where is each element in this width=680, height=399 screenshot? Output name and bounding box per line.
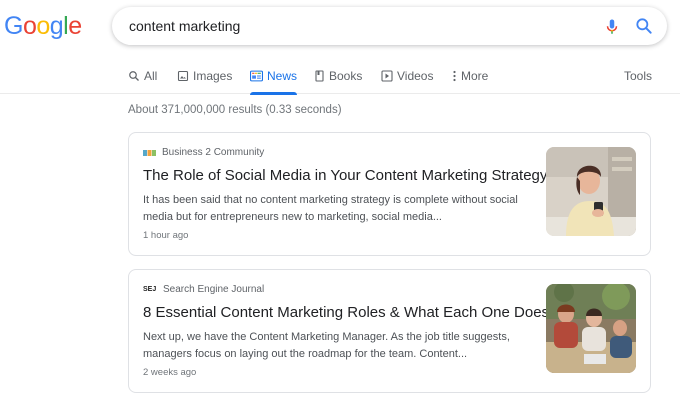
tab-all[interactable]: All (128, 58, 157, 94)
tab-videos[interactable]: Videos (381, 58, 433, 94)
news-snippet: It has been said that no content marketi… (143, 192, 538, 226)
more-vert-icon (453, 70, 456, 82)
tab-news[interactable]: News (250, 58, 298, 95)
google-logo[interactable]: Google (4, 12, 82, 40)
tab-books[interactable]: Books (314, 58, 362, 94)
news-thumbnail[interactable] (546, 284, 636, 373)
logo-letter: g (49, 12, 64, 40)
favicon-text: SEJ (143, 285, 157, 293)
news-snippet: Next up, we have the Content Marketing M… (143, 329, 538, 363)
book-icon (315, 70, 324, 82)
news-headline[interactable]: The Role of Social Media in Your Content… (143, 166, 547, 186)
news-source: SEJ Search Engine Journal (143, 284, 264, 295)
news-source: Business 2 Community (143, 147, 264, 158)
news-age: 2 weeks ago (143, 367, 197, 378)
news-icon (250, 70, 263, 82)
news-age: 1 hour ago (143, 230, 189, 241)
woman-with-phone-photo (546, 147, 636, 236)
tab-tools[interactable]: Tools (624, 58, 652, 94)
tab-more[interactable]: More (452, 58, 488, 94)
logo-letter: o (22, 12, 37, 40)
tab-label: Videos (397, 69, 434, 83)
snippet-line: managers focus on laying out the roadmap… (143, 348, 468, 360)
business-2-community-favicon (143, 149, 156, 156)
tab-label: News (267, 69, 298, 83)
search-engine-journal-favicon: SEJ (143, 285, 157, 295)
search-tabs: All Images News Books Videos More Tools (0, 58, 680, 95)
source-name: Business 2 Community (162, 147, 265, 158)
tab-label: Images (193, 69, 233, 83)
snippet-line: media but for entrepreneurs new to marke… (143, 211, 442, 223)
news-headline[interactable]: 8 Essential Content Marketing Roles & Wh… (143, 303, 549, 323)
tab-images[interactable]: Images (177, 58, 232, 94)
news-result-card[interactable]: Business 2 Community The Role of Social … (128, 132, 651, 256)
logo-letter: o (36, 12, 50, 40)
tab-label: Books (329, 69, 363, 83)
result-stats: About 371,000,000 results (0.33 seconds) (128, 104, 342, 116)
team-meeting-photo (546, 284, 636, 373)
snippet-line: It has been said that no content marketi… (143, 194, 518, 206)
search-box (112, 7, 667, 45)
news-result-card[interactable]: SEJ Search Engine Journal 8 Essential Co… (128, 269, 651, 393)
logo-letter: e (68, 12, 82, 40)
search-icon (129, 71, 139, 81)
play-icon (381, 70, 393, 82)
microphone-icon[interactable] (603, 17, 621, 37)
search-icon[interactable] (634, 16, 654, 36)
snippet-line: Next up, we have the Content Marketing M… (143, 331, 510, 343)
logo-letter: G (4, 12, 23, 40)
image-icon (177, 70, 189, 82)
tab-label: All (144, 69, 158, 83)
source-name: Search Engine Journal (163, 284, 265, 295)
search-input[interactable] (129, 7, 589, 45)
tab-label: Tools (624, 69, 653, 83)
news-thumbnail[interactable] (546, 147, 636, 236)
tab-label: More (461, 69, 489, 83)
